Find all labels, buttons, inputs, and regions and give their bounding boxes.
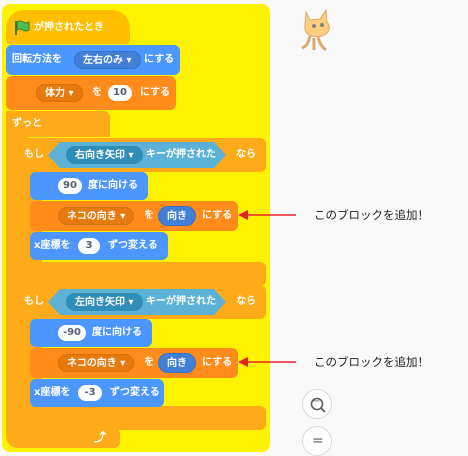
chevron-down-icon: ▾: [128, 297, 134, 308]
rotation-prefix: 回転方法を: [12, 54, 62, 65]
key-value: 右向き矢印: [75, 150, 125, 161]
cat-var-name: ネコの向き: [67, 358, 117, 369]
hat-label: が押されたとき: [34, 22, 104, 33]
change-x-block[interactable]: x座標を 3 ずつ変える: [30, 232, 168, 260]
then-label: なら: [236, 149, 256, 160]
change-x-input[interactable]: -3: [78, 385, 102, 401]
set-suffix: にする: [202, 210, 233, 221]
set-to-label: を: [144, 210, 154, 221]
zoom-reset-button[interactable]: =: [302, 426, 332, 456]
arrow-icon: [238, 357, 296, 367]
direction-reporter[interactable]: 向き: [158, 353, 196, 373]
key-dropdown[interactable]: 左向き矢印 ▾: [66, 293, 143, 311]
direction-reporter-label: 向き: [167, 211, 187, 222]
if1-label: もし: [24, 149, 44, 160]
if1-header: もし 右向き矢印 ▾ キーが押された なら: [18, 138, 266, 172]
change-prefix: x座標を: [34, 240, 71, 251]
when-flag-clicked-block[interactable]: が押されたとき: [6, 10, 130, 44]
set-suffix: にする: [202, 357, 233, 368]
forever-label: ずっと: [12, 118, 42, 129]
cat-var-dropdown[interactable]: ネコの向き ▾: [58, 354, 135, 372]
if2-label: もし: [24, 296, 44, 307]
set-rotation-style-block[interactable]: 回転方法を 左右のみ ▾ にする: [6, 45, 180, 75]
point-suffix: 度に向ける: [88, 180, 138, 191]
cat-var-name: ネコの向き: [67, 211, 117, 222]
direction-reporter[interactable]: 向き: [158, 206, 196, 226]
cat-sprite-icon: [301, 8, 330, 52]
health-to-label: を: [92, 87, 102, 98]
key-pressed-condition[interactable]: 左向き矢印 ▾ キーが押された: [48, 289, 226, 315]
zoom-reset-symbol: =: [312, 433, 324, 449]
then-label: なら: [236, 296, 256, 307]
change-x-input[interactable]: 3: [78, 238, 100, 254]
chevron-down-icon: ▾: [128, 150, 134, 161]
change-prefix: x座標を: [34, 387, 71, 398]
forever-top: ずっと: [6, 111, 110, 137]
pressed-label: キーが押された: [146, 149, 216, 160]
loop-arrow-icon: ⤴: [94, 430, 107, 444]
rotation-dropdown[interactable]: 左右のみ ▾: [74, 51, 141, 69]
green-flag-icon: [15, 20, 30, 35]
if1-bottom: [18, 262, 266, 286]
zoom-out-symbol: −: [312, 396, 321, 407]
point-suffix: 度に向ける: [92, 327, 142, 338]
chevron-down-icon: ▾: [68, 88, 74, 99]
cat-var-dropdown[interactable]: ネコの向き ▾: [58, 207, 135, 225]
rotation-value: 左右のみ: [83, 55, 123, 66]
chevron-down-icon: ▾: [120, 211, 126, 222]
chevron-down-icon: ▾: [120, 358, 126, 369]
health-var-dropdown[interactable]: 体力 ▾: [36, 84, 83, 102]
change-suffix: ずつ変える: [110, 387, 160, 398]
set-to-label: を: [144, 357, 154, 368]
chevron-down-icon: ▾: [126, 55, 132, 66]
set-health-block[interactable]: 体力 ▾ を 10 にする: [6, 76, 176, 110]
health-suffix: にする: [140, 87, 171, 98]
rotation-suffix: にする: [144, 54, 175, 65]
set-cat-direction-block[interactable]: ネコの向き ▾ を 向き にする: [30, 201, 238, 231]
if2-bottom: [18, 406, 266, 430]
health-var-name: 体力: [45, 88, 65, 99]
annotation-note-1: このブロックを追加！: [314, 208, 429, 222]
pressed-label: キーが押された: [146, 296, 216, 307]
key-value: 左向き矢印: [75, 297, 125, 308]
health-value-input[interactable]: 10: [108, 85, 132, 101]
point-direction-block[interactable]: 90 度に向ける: [30, 172, 148, 200]
arrow-icon: [238, 210, 296, 220]
change-x-block[interactable]: x座標を -3 ずつ変える: [30, 379, 164, 407]
direction-input[interactable]: 90: [58, 178, 82, 194]
set-cat-direction-block[interactable]: ネコの向き ▾ を 向き にする: [30, 348, 238, 378]
zoom-out-button[interactable]: −: [302, 389, 332, 419]
change-suffix: ずつ変える: [108, 240, 158, 251]
direction-reporter-label: 向き: [167, 358, 187, 369]
direction-input[interactable]: -90: [58, 325, 86, 341]
key-pressed-condition[interactable]: 右向き矢印 ▾ キーが押された: [48, 142, 226, 168]
point-direction-block[interactable]: -90 度に向ける: [30, 319, 152, 347]
if2-header: もし 左向き矢印 ▾ キーが押された なら: [18, 285, 266, 319]
key-dropdown[interactable]: 右向き矢印 ▾: [66, 146, 143, 164]
annotation-note-2: このブロックを追加！: [314, 355, 429, 369]
